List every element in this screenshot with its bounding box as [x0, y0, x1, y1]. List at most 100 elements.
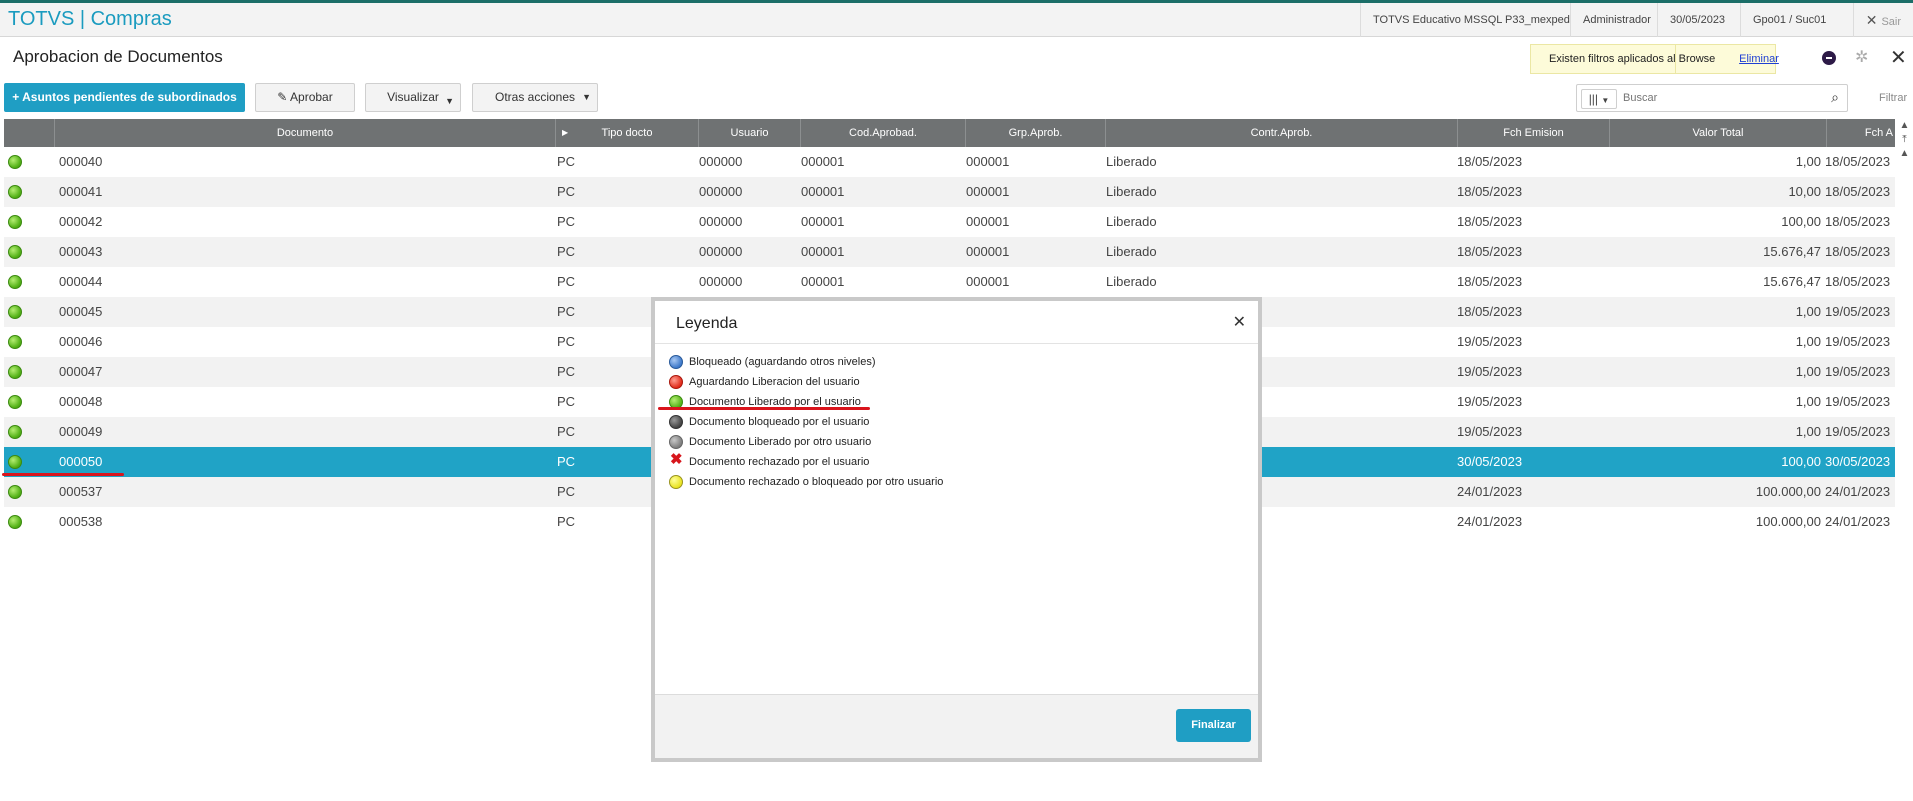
green-status-dot-icon[interactable] [8, 185, 22, 199]
grid-header: Documento ▶ Tipo docto Usuario Cod.Aproba… [4, 119, 1895, 147]
table-cell-valor: 100,00 [1781, 454, 1821, 469]
table-row[interactable]: 000042 PC 000000 000001 000001 Liberado 18/05/… [4, 207, 1895, 237]
finish-button[interactable]: Finalizar [1176, 709, 1251, 742]
table-cell-doc: 000043 [59, 244, 103, 259]
exit-button[interactable]: ✕ Sair [1852, 3, 1901, 37]
grid-scrollbar[interactable]: ▲ ⤒ ▲ [1896, 119, 1913, 179]
exit-label: Sair [1881, 16, 1901, 28]
column-header-valor-total[interactable]: Valor Total [1610, 119, 1827, 147]
table-cell-cod: 000001 [801, 274, 845, 289]
green-status-dot-icon[interactable] [8, 485, 22, 499]
scroll-up-icon[interactable]: ▲ [1896, 147, 1913, 161]
remove-filters-link[interactable]: Eliminar [1739, 45, 1779, 73]
column-header-fch-emision[interactable]: Fch Emision [1458, 119, 1610, 147]
divider [655, 343, 1258, 344]
table-cell-fch2: 19/05/2023 [1825, 364, 1891, 379]
table-cell-fch: 18/05/2023 [1457, 304, 1523, 319]
green-status-dot-icon[interactable] [8, 245, 22, 259]
table-cell-doc: 000538 [59, 514, 103, 529]
approve-button[interactable]: ✎ Aprobar [255, 83, 355, 112]
scroll-top-icon[interactable]: ⤒ [1896, 133, 1913, 147]
pending-subordinates-button[interactable]: + Asuntos pendientes de subordinados [4, 83, 245, 112]
table-cell-doc: 000050 [59, 454, 103, 469]
table-cell-valor: 1,00 [1795, 364, 1821, 379]
view-label: Visualizar [387, 90, 439, 104]
close-icon[interactable]: ✕ [1233, 312, 1246, 332]
table-cell-doc: 000040 [59, 154, 103, 169]
filter-button[interactable]: Filtrar [1879, 92, 1907, 104]
date-label[interactable]: 30/05/2023 [1657, 3, 1737, 37]
green-status-dot-icon[interactable] [8, 215, 22, 229]
column-header-cod-aprobad[interactable]: Cod.Aprobad. [801, 119, 966, 147]
table-row[interactable]: 000043 PC 000000 000001 000001 Liberado 18/05/… [4, 237, 1895, 267]
scroll-up-icon[interactable]: ▲ [1896, 119, 1913, 133]
table-cell-valor: 100,00 [1781, 214, 1821, 229]
table-cell-fch2: 18/05/2023 [1825, 214, 1891, 229]
table-row[interactable]: 000041 PC 000000 000001 000001 Liberado 18/05/… [4, 177, 1895, 207]
green-status-dot-icon[interactable] [8, 455, 22, 469]
legend-item-label: Documento Liberado por otro usuario [689, 436, 872, 448]
table-cell-fch: 18/05/2023 [1457, 214, 1523, 229]
table-cell-contr: Liberado [1106, 154, 1157, 169]
user-label[interactable]: Administrador [1570, 3, 1663, 37]
close-icon: ✕ [1865, 12, 1878, 28]
blue-dot-icon [669, 355, 683, 369]
green-status-dot-icon[interactable] [8, 275, 22, 289]
table-cell-doc: 000045 [59, 304, 103, 319]
search-box: ||| ▼ ⌕ [1576, 84, 1848, 112]
minus-circle-icon[interactable] [1822, 51, 1836, 65]
table-cell-fch: 19/05/2023 [1457, 334, 1523, 349]
green-status-dot-icon[interactable] [8, 305, 22, 319]
table-cell-fch: 24/01/2023 [1457, 514, 1523, 529]
green-status-dot-icon[interactable] [8, 425, 22, 439]
columns-selector-button[interactable]: ||| ▼ [1581, 89, 1617, 109]
pencil-icon: ✎ [277, 90, 288, 104]
column-header-documento[interactable]: Documento [55, 119, 556, 147]
column-header-grp-aprob[interactable]: Grp.Aprob. [966, 119, 1106, 147]
legend-item-label: Documento rechazado por el usuario [689, 456, 870, 468]
table-cell-valor: 100.000,00 [1755, 514, 1821, 529]
column-header-contr-aprob[interactable]: Contr.Aprob. [1106, 119, 1458, 147]
legend-item-label: Documento rechazado o bloqueado por otro… [689, 476, 944, 488]
green-status-dot-icon[interactable] [8, 335, 22, 349]
table-cell-valor: 15.676,47 [1763, 274, 1821, 289]
legend-column-header[interactable] [4, 119, 55, 147]
filter-notice-message: Existen filtros aplicados al Browse [1549, 53, 1716, 65]
table-cell-fch2: 19/05/2023 [1825, 424, 1891, 439]
table-cell-tipo: PC [557, 214, 576, 229]
table-row[interactable]: 000044 PC 000000 000001 000001 Liberado 18/05/… [4, 267, 1895, 297]
dark-gray-dot-icon [669, 415, 683, 429]
table-cell-cod: 000001 [801, 214, 845, 229]
table-cell-fch2: 19/05/2023 [1825, 304, 1891, 319]
table-cell-grp: 000001 [966, 184, 1010, 199]
column-header-tipo-docto-label: Tipo docto [601, 127, 653, 139]
table-cell-doc: 000046 [59, 334, 103, 349]
gear-icon[interactable]: ✲ [1855, 47, 1868, 67]
table-cell-doc: 000041 [59, 184, 103, 199]
green-status-dot-icon[interactable] [8, 395, 22, 409]
green-status-dot-icon[interactable] [8, 155, 22, 169]
green-status-dot-icon[interactable] [8, 515, 22, 529]
table-cell-cod: 000001 [801, 184, 845, 199]
filter-notice: Existen filtros aplicados al Browse Elim… [1530, 44, 1779, 74]
other-actions-button[interactable]: Otras acciones ▼ [472, 83, 598, 112]
search-input[interactable] [1623, 88, 1818, 108]
view-button[interactable]: Visualizar ▼ [365, 83, 461, 112]
close-window-icon[interactable]: ✕ [1890, 45, 1907, 70]
table-cell-fch: 18/05/2023 [1457, 184, 1523, 199]
column-header-usuario[interactable]: Usuario [699, 119, 801, 147]
table-row[interactable]: 000040 PC 000000 000001 000001 Liberado 18/05/… [4, 147, 1895, 177]
table-cell-doc: 000042 [59, 214, 103, 229]
column-header-tipo-docto[interactable]: ▶ Tipo docto [556, 119, 699, 147]
legend-item-label: Bloqueado (aguardando otros niveles) [689, 356, 876, 368]
column-header-fch-a[interactable]: Fch A [1827, 119, 1895, 147]
caret-right-icon: ▶ [562, 128, 569, 137]
branch-label[interactable]: Gpo01 / Suc01 [1740, 3, 1838, 37]
table-cell-fch: 18/05/2023 [1457, 244, 1523, 259]
app-title: TOTVS | Compras [8, 8, 172, 30]
environment-label: TOTVS Educativo MSSQL P33_mexped [1360, 3, 1582, 37]
green-status-dot-icon[interactable] [8, 365, 22, 379]
search-icon[interactable]: ⌕ [1831, 89, 1839, 106]
page-title: Aprobacion de Documentos [13, 47, 223, 66]
table-cell-doc: 000047 [59, 364, 103, 379]
